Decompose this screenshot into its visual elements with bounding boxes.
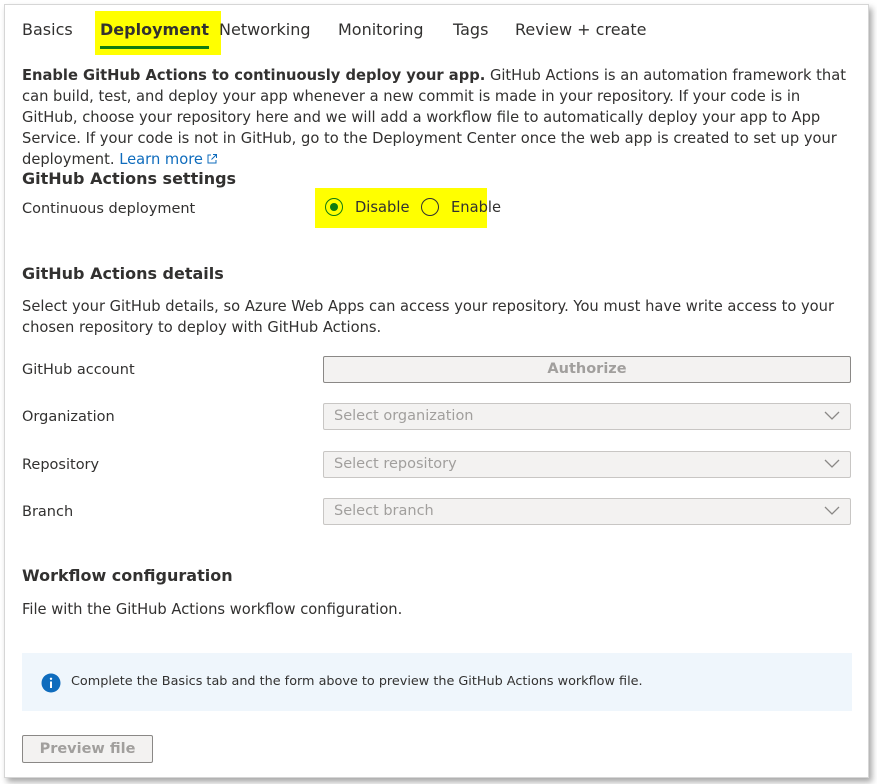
deployment-panel: Basics Deployment Networking Monitoring … [4,4,869,778]
info-text: Complete the Basics tab and the form abo… [71,674,643,689]
workflow-title: Workflow configuration [22,566,233,585]
chevron-down-icon [824,411,840,420]
learn-more-link[interactable]: Learn more [119,151,218,168]
external-link-icon [207,154,217,164]
radio-disable[interactable]: Disable [325,196,409,218]
radio-disable-circle [325,198,343,216]
repository-dropdown[interactable]: Select repository [323,451,851,478]
authorize-button[interactable]: Authorize [323,356,851,383]
tab-basics[interactable]: Basics [22,11,73,55]
details-description: Select your GitHub details, so Azure Web… [22,298,835,336]
intro-text: Enable GitHub Actions to continuously de… [22,65,858,170]
continuous-deployment-radio-group: Disable Enable [315,188,501,228]
organization-label: Organization [22,409,115,425]
preview-file-button[interactable]: Preview file [22,735,153,763]
radio-enable[interactable]: Enable [421,196,501,218]
branch-placeholder: Select branch [334,503,434,519]
active-tab-indicator [100,46,210,49]
tab-deployment[interactable]: Deployment [95,11,222,55]
chevron-down-icon [824,459,840,468]
organization-placeholder: Select organization [334,408,474,424]
chevron-down-icon [824,506,840,515]
radio-enable-circle [421,198,439,216]
continuous-deployment-label: Continuous deployment [22,201,196,217]
workflow-description: File with the GitHub Actions workflow co… [22,601,403,618]
tab-networking[interactable]: Networking [219,11,311,55]
learn-more-label: Learn more [119,151,203,168]
repository-label: Repository [22,457,100,473]
info-banner: Complete the Basics tab and the form abo… [22,653,852,711]
tab-review-create[interactable]: Review + create [515,11,646,55]
radio-disable-label: Disable [355,198,410,216]
branch-dropdown[interactable]: Select branch [323,498,851,525]
organization-dropdown[interactable]: Select organization [323,403,851,430]
details-title: GitHub Actions details [22,264,224,283]
tab-deployment-label: Deployment [100,20,210,39]
branch-label: Branch [22,504,74,520]
repository-placeholder: Select repository [334,456,457,472]
radio-enable-label: Enable [451,198,502,216]
intro-bold: Enable GitHub Actions to continuously de… [22,67,486,84]
tab-tags[interactable]: Tags [453,11,488,55]
info-icon [41,673,61,693]
github-account-label: GitHub account [22,362,135,378]
tab-monitoring[interactable]: Monitoring [338,11,424,55]
radio-selected-dot [330,203,338,211]
settings-title: GitHub Actions settings [22,169,237,188]
